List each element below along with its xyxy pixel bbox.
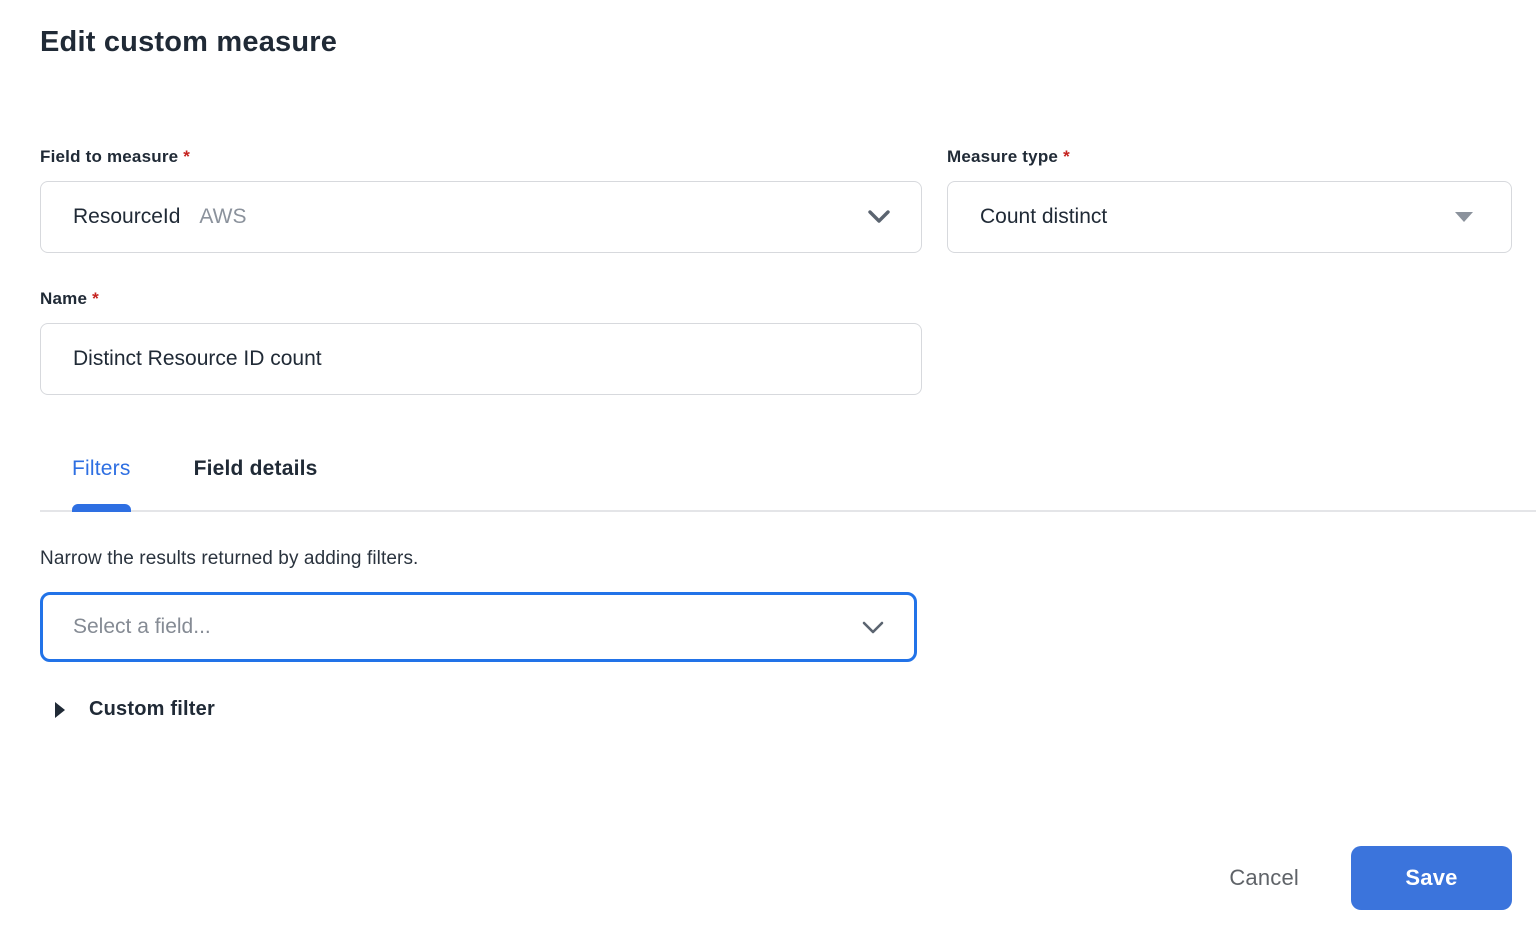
name-group: Name * Distinct Resource ID count <box>40 289 922 395</box>
required-asterisk: * <box>1063 147 1070 166</box>
name-label: Name * <box>40 289 922 309</box>
tab-filters[interactable]: Filters <box>72 457 131 512</box>
edit-custom-measure-dialog: Edit custom measure Field to measure * Re… <box>0 0 1536 926</box>
measure-type-group: Measure type * Count distinct <box>947 147 1512 253</box>
tab-field-details-label: Field details <box>193 457 318 480</box>
measure-type-label-text: Measure type <box>947 147 1059 166</box>
form-row-top: Field to measure * ResourceId AWS Measure… <box>40 147 1512 253</box>
dialog-footer: Cancel Save <box>40 846 1512 910</box>
filter-field-select-placeholder: Select a field... <box>73 615 211 638</box>
field-to-measure-group: Field to measure * ResourceId AWS <box>40 147 922 253</box>
cancel-button[interactable]: Cancel <box>1229 865 1299 891</box>
name-input-value: Distinct Resource ID count <box>73 347 322 370</box>
page-title: Edit custom measure <box>40 26 338 58</box>
field-to-measure-label: Field to measure * <box>40 147 922 167</box>
active-tab-underline <box>72 504 131 512</box>
measure-type-select[interactable]: Count distinct <box>947 181 1512 253</box>
tab-field-details[interactable]: Field details <box>194 457 318 510</box>
chevron-down-icon <box>865 208 893 226</box>
tabs: Filters Field details <box>40 457 1512 512</box>
measure-type-value: Count distinct <box>980 205 1108 228</box>
tab-filters-label: Filters <box>72 457 131 480</box>
custom-filter-label: Custom filter <box>89 698 215 720</box>
save-button[interactable]: Save <box>1351 846 1512 910</box>
required-asterisk: * <box>183 147 191 166</box>
chevron-down-icon <box>860 619 886 636</box>
field-to-measure-source-tag: AWS <box>199 205 247 228</box>
name-input[interactable]: Distinct Resource ID count <box>40 323 922 395</box>
custom-filter-expander[interactable]: Custom filter <box>40 698 1512 721</box>
name-label-text: Name <box>40 289 88 308</box>
field-to-measure-select[interactable]: ResourceId AWS <box>40 181 922 253</box>
measure-type-label: Measure type * <box>947 147 1512 167</box>
filter-field-select[interactable]: Select a field... <box>40 592 917 662</box>
required-asterisk: * <box>92 289 99 308</box>
tabs-divider <box>40 510 1536 512</box>
field-to-measure-value: ResourceId <box>73 205 181 228</box>
field-to-measure-label-text: Field to measure <box>40 147 179 166</box>
caret-right-icon <box>55 701 65 718</box>
caret-down-icon <box>1455 212 1473 222</box>
filters-description: Narrow the results returned by adding fi… <box>40 548 419 569</box>
